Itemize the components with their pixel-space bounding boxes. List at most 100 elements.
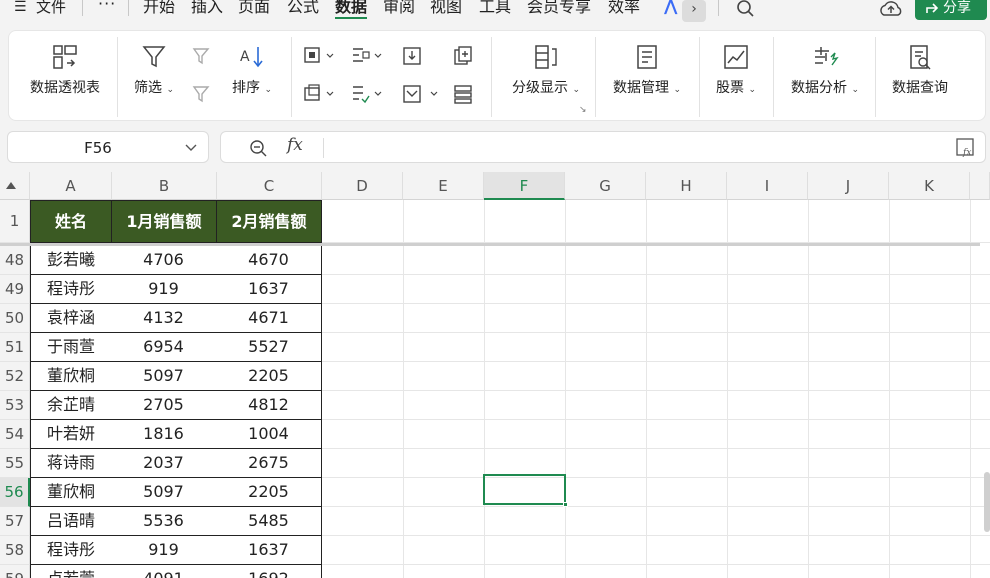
tab-home[interactable]: 开始 (143, 0, 175, 17)
name-box[interactable]: F56 (7, 131, 209, 163)
row-header-49[interactable]: 49 (0, 275, 30, 304)
duplicate-highlight-icon[interactable] (303, 45, 337, 67)
cell-feb-sales[interactable]: 2205 (216, 478, 322, 507)
vertical-scrollbar[interactable] (984, 472, 990, 532)
cell-jan-sales[interactable]: 6954 (111, 333, 217, 362)
tab-formula[interactable]: 公式 (287, 0, 319, 17)
cell-feb-sales[interactable]: 4670 (216, 246, 322, 275)
import-data-icon[interactable] (401, 45, 423, 67)
cell-jan-sales[interactable]: 4706 (111, 246, 217, 275)
cell-feb-sales[interactable]: 5485 (216, 507, 322, 536)
duplicate-remove-icon[interactable] (303, 83, 337, 105)
spreadsheet-grid[interactable]: A B C D E F G H I J K 1 姓名 1月销售额 2月销售额 4… (0, 172, 990, 578)
row-header-48[interactable]: 48 (0, 246, 30, 275)
column-header-b[interactable]: B (112, 172, 217, 200)
column-header-a[interactable]: A (30, 172, 112, 200)
ai-assistant-icon[interactable]: ⋀ (664, 0, 677, 15)
consolidate-icon[interactable] (452, 45, 474, 67)
filter-button[interactable]: 筛选 ⌄ (131, 43, 177, 97)
column-header-f[interactable]: F (484, 172, 565, 200)
chevron-down-icon[interactable] (184, 140, 198, 154)
cell-jan-sales[interactable]: 5097 (111, 362, 217, 391)
row-header-50[interactable]: 50 (0, 304, 30, 333)
cell-name[interactable]: 董欣桐 (30, 478, 112, 507)
pivot-table-button[interactable]: 数据透视表 (19, 43, 111, 97)
cell-feb-sales[interactable]: 2205 (216, 362, 322, 391)
column-header-l[interactable] (970, 172, 990, 200)
tab-data[interactable]: 数据 (335, 0, 368, 19)
zoom-icon[interactable] (249, 139, 269, 157)
cell-jan-sales[interactable]: 4091 (111, 565, 217, 578)
cell-feb-sales[interactable]: 1637 (216, 536, 322, 565)
cell-feb-sales[interactable]: 4812 (216, 391, 322, 420)
fill-handle[interactable] (563, 502, 568, 507)
search-icon[interactable] (736, 0, 756, 18)
column-header-d[interactable]: D (322, 172, 403, 200)
column-header-c[interactable]: C (217, 172, 322, 200)
row-header-58[interactable]: 58 (0, 536, 30, 565)
clear-filter-icon[interactable] (191, 83, 213, 105)
cell-feb-sales[interactable]: 1637 (216, 275, 322, 304)
tabs-scroll-right-button[interactable]: › (682, 0, 706, 22)
file-menu[interactable]: 文件 (36, 0, 66, 17)
tab-efficiency[interactable]: 效率 (608, 0, 640, 17)
advanced-filter-icon[interactable] (191, 45, 213, 67)
stock-button[interactable]: 股票 ⌄ (709, 43, 763, 97)
cell-jan-sales[interactable]: 919 (111, 536, 217, 565)
row-header-55[interactable]: 55 (0, 449, 30, 478)
cell-jan-sales[interactable]: 2037 (111, 449, 217, 478)
share-button[interactable]: 分享 (915, 0, 987, 20)
data-validation-icon[interactable] (351, 83, 385, 105)
fill-down-icon[interactable] (401, 83, 441, 105)
record-form-icon[interactable] (452, 83, 474, 105)
cell-feb-sales[interactable]: 1692 (216, 565, 322, 578)
cell-feb-sales[interactable]: 4671 (216, 304, 322, 333)
cloud-sync-icon[interactable] (878, 0, 904, 18)
select-all-button[interactable] (0, 172, 30, 200)
cell-feb-sales[interactable]: 2675 (216, 449, 322, 478)
row-header-1[interactable]: 1 (0, 200, 30, 243)
cell-name[interactable]: 吕语晴 (30, 507, 112, 536)
column-header-j[interactable]: J (808, 172, 889, 200)
row-header-59[interactable]: 59 (0, 565, 30, 578)
tab-tools[interactable]: 工具 (479, 0, 511, 17)
tab-page[interactable]: 页面 (238, 0, 270, 17)
cell-name[interactable]: 于雨萱 (30, 333, 112, 362)
selected-cell-f56[interactable] (483, 474, 568, 507)
row-header-56[interactable]: 56 (0, 478, 30, 507)
cell-name[interactable]: 叶若妍 (30, 420, 112, 449)
header-cell-name[interactable]: 姓名 (30, 200, 112, 243)
cell-jan-sales[interactable]: 5097 (111, 478, 217, 507)
cell-name[interactable]: 程诗彤 (30, 275, 112, 304)
column-header-h[interactable]: H (646, 172, 727, 200)
menu-toggle-icon[interactable]: ☰ (14, 0, 27, 17)
cell-jan-sales[interactable]: 2705 (111, 391, 217, 420)
formula-bar[interactable]: fx fx (220, 131, 986, 163)
column-header-e[interactable]: E (403, 172, 484, 200)
tab-view[interactable]: 视图 (430, 0, 462, 17)
cell-feb-sales[interactable]: 5527 (216, 333, 322, 362)
insert-function-button[interactable]: fx (287, 135, 303, 155)
function-expand-icon[interactable]: fx (955, 137, 977, 159)
header-cell-jan-sales[interactable]: 1月销售额 (111, 200, 217, 243)
more-menu-button[interactable]: ··· (98, 0, 116, 13)
row-header-52[interactable]: 52 (0, 362, 30, 391)
cell-feb-sales[interactable]: 1004 (216, 420, 322, 449)
cell-name[interactable]: 彭若曦 (30, 246, 112, 275)
cell-name[interactable]: 董欣桐 (30, 362, 112, 391)
row-header-53[interactable]: 53 (0, 391, 30, 420)
cell-name[interactable]: 卢若萱 (30, 565, 112, 578)
cell-jan-sales[interactable]: 4132 (111, 304, 217, 333)
cell-jan-sales[interactable]: 919 (111, 275, 217, 304)
column-header-i[interactable]: I (727, 172, 808, 200)
data-query-button[interactable]: 数据查询 (885, 43, 955, 97)
outline-button[interactable]: 分级显示 ⌄ (503, 43, 589, 97)
tab-review[interactable]: 审阅 (383, 0, 415, 17)
cell-name[interactable]: 蒋诗雨 (30, 449, 112, 478)
cell-jan-sales[interactable]: 1816 (111, 420, 217, 449)
data-analysis-button[interactable]: 数据分析 ⌄ (785, 43, 865, 97)
tab-member[interactable]: 会员专享 (527, 0, 591, 17)
row-header-51[interactable]: 51 (0, 333, 30, 362)
cell-jan-sales[interactable]: 5536 (111, 507, 217, 536)
tab-insert[interactable]: 插入 (191, 0, 223, 17)
